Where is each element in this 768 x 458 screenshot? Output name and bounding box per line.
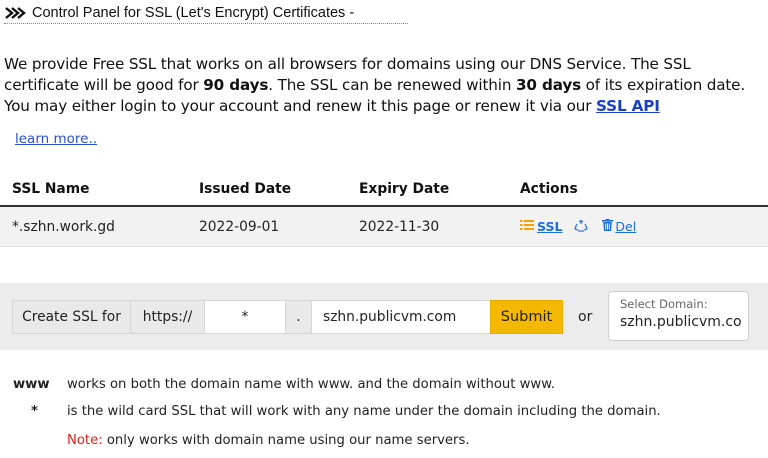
recycle-icon[interactable] — [574, 220, 589, 233]
expiry-date-cell: 2022-11-30 — [359, 218, 440, 235]
ssl-name-cell: *.szhn.work.gd — [12, 218, 115, 235]
table-header: SSL Name Issued Date Expiry Date Actions — [0, 172, 768, 207]
wildcard-note: * is the wild card SSL that will work wi… — [0, 401, 768, 421]
ssl-action-link[interactable]: SSL — [520, 219, 562, 234]
panel-title: Control Panel for SSL (Let's Encrypt) Ce… — [4, 2, 408, 24]
header-expiry-date: Expiry Date — [359, 180, 450, 197]
create-ssl-bar: Create SSL for https:// * . szhn.publicv… — [0, 283, 768, 350]
or-text: or — [578, 309, 593, 325]
list-icon — [520, 219, 534, 234]
ssl-api-link[interactable]: SSL API — [596, 97, 660, 115]
note-label: Note: — [67, 432, 103, 448]
www-key: www — [13, 376, 50, 392]
table-row: *.szhn.work.gd 2022-09-01 2022-11-30 SSL — [0, 207, 768, 247]
select-domain-dropdown[interactable]: Select Domain: szhn.publicvm.co — [608, 291, 749, 341]
note-text: only works with domain name using our na… — [102, 432, 470, 448]
domain-input[interactable]: szhn.publicvm.com — [311, 300, 491, 334]
trash-icon — [602, 219, 614, 234]
header-issued-date: Issued Date — [199, 180, 292, 197]
issued-date-cell: 2022-09-01 — [199, 218, 280, 235]
wildcard-text: is the wild card SSL that will work with… — [67, 403, 661, 419]
intro-paragraph: We provide Free SSL that works on all br… — [4, 54, 756, 117]
create-ssl-label: Create SSL for — [12, 300, 131, 334]
nameserver-note: Note: only works with domain name using … — [67, 430, 470, 450]
panel-title-text: Control Panel for SSL (Let's Encrypt) Ce… — [32, 4, 355, 21]
ssl-action-label: SSL — [537, 219, 563, 234]
validity-days: 90 days — [203, 76, 269, 94]
protocol-label: https:// — [130, 300, 205, 334]
renew-window: 30 days — [516, 76, 581, 94]
delete-action-link[interactable]: Del — [602, 219, 636, 234]
www-note: www works on both the domain name with w… — [0, 374, 768, 394]
actions-cell: SSL Del — [520, 219, 636, 234]
subdomain-input[interactable]: * — [204, 300, 286, 334]
select-domain-value: szhn.publicvm.co — [620, 314, 742, 330]
header-ssl-name: SSL Name — [12, 180, 90, 197]
www-text: works on both the domain name with www. … — [67, 376, 555, 392]
dot-separator: . — [285, 300, 312, 334]
learn-more-link[interactable]: learn more.. — [15, 131, 97, 147]
select-domain-label: Select Domain: — [620, 297, 708, 311]
header-actions: Actions — [520, 180, 578, 197]
intro-text-2: . The SSL can be renewed within — [268, 76, 516, 94]
ssl-table: SSL Name Issued Date Expiry Date Actions… — [0, 172, 768, 247]
delete-action-label: Del — [615, 219, 637, 234]
submit-button[interactable]: Submit — [490, 300, 563, 334]
double-chevron-right-icon — [4, 6, 26, 20]
wildcard-key: * — [31, 403, 38, 419]
